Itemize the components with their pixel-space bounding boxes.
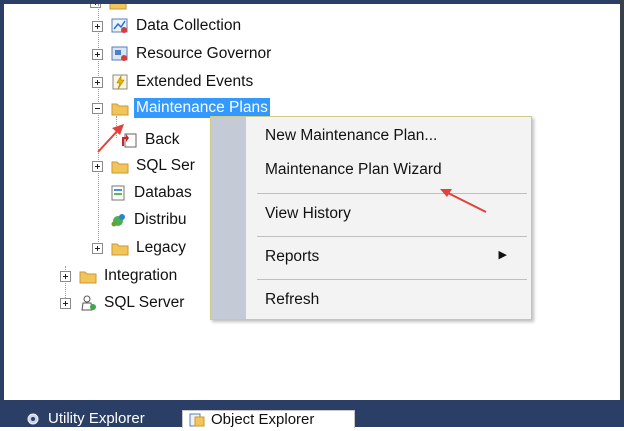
tree-item-database-mail[interactable]: Databas (109, 182, 194, 204)
menu-item-label: Reports (265, 248, 320, 265)
tree-item-label: Legacy (136, 239, 186, 256)
menu-separator (257, 279, 527, 280)
tree-item-label: Back (145, 131, 180, 148)
menu-item-view-history[interactable]: View History (265, 205, 351, 223)
tree-item-sql-server-logs[interactable]: SQL Ser (92, 155, 197, 177)
menu-item-new-maintenance-plan[interactable]: New Maintenance Plan... (265, 127, 437, 145)
expand-toggle[interactable] (60, 270, 71, 282)
tree-item-label: Databas (134, 184, 192, 201)
menu-icon-gutter (211, 117, 246, 319)
tree-item-label: SQL Server (104, 294, 185, 311)
tree-item-resource-governor[interactable]: Resource Governor (92, 43, 273, 65)
tree-item-partial (90, 4, 132, 13)
menu-item-reports[interactable]: Reports ▶ (265, 248, 521, 266)
resource-governor-icon (111, 46, 129, 62)
extended-events-icon (111, 74, 129, 90)
maintenance-plan-icon (120, 132, 138, 148)
tree-item-legacy[interactable]: Legacy (92, 237, 188, 259)
expand-toggle (90, 4, 101, 8)
expand-toggle[interactable] (92, 242, 103, 254)
tree-item-label: Integration (104, 267, 178, 284)
tree-item-label: SQL Ser (136, 157, 195, 174)
folder-icon (111, 100, 129, 116)
tree-item-distributed-transaction[interactable]: Distribu (109, 209, 189, 231)
distributed-transaction-icon (109, 212, 127, 228)
expand-toggle[interactable] (92, 20, 103, 32)
object-explorer-icon (189, 413, 205, 427)
tree-item-label: Resource Governor (136, 45, 272, 62)
tab-object-explorer[interactable]: Object Explorer (182, 410, 356, 428)
database-mail-icon (109, 185, 127, 201)
collapse-toggle[interactable] (92, 102, 103, 114)
context-menu: New Maintenance Plan... Maintenance Plan… (210, 116, 532, 320)
sql-server-agent-icon (79, 295, 97, 311)
folder-icon (109, 4, 127, 10)
tree-item-maintenance-plan[interactable]: Back (120, 129, 181, 151)
window-frame-right (620, 0, 624, 400)
tree-item-data-collection[interactable]: Data Collection (92, 15, 243, 37)
data-collection-icon (111, 18, 129, 34)
tab-utility-explorer[interactable]: Utility Explorer (20, 410, 151, 427)
expand-toggle[interactable] (92, 76, 103, 88)
tree-item-label: Maintenance Plans (134, 98, 270, 118)
expand-toggle[interactable] (92, 48, 103, 60)
tree-item-label: Data Collection (136, 17, 242, 34)
tree-item-label: Distribu (134, 211, 187, 228)
expand-toggle[interactable] (92, 160, 103, 172)
menu-item-maintenance-plan-wizard[interactable]: Maintenance Plan Wizard (265, 161, 442, 179)
menu-separator (257, 193, 527, 194)
tree-item-sql-server-agent[interactable]: SQL Server (60, 292, 186, 314)
folder-icon (111, 158, 129, 174)
submenu-arrow-icon: ▶ (498, 249, 507, 261)
menu-separator (257, 236, 527, 237)
tree-item-extended-events[interactable]: Extended Events (92, 71, 255, 93)
tab-label: Object Explorer (211, 411, 315, 428)
tab-label: Utility Explorer (48, 410, 145, 427)
tree-guide-line (116, 116, 117, 138)
utility-explorer-icon (26, 412, 42, 426)
expand-toggle[interactable] (60, 297, 71, 309)
tree-item-label: Extended Events (136, 73, 254, 90)
tree-item-integration-services[interactable]: Integration (60, 265, 179, 287)
folder-icon (111, 240, 129, 256)
explorer-tab-bar: Utility Explorer Object Explorer (0, 400, 624, 428)
menu-item-refresh[interactable]: Refresh (265, 291, 319, 309)
tree-guide-line (98, 4, 99, 242)
folder-icon (79, 268, 97, 284)
